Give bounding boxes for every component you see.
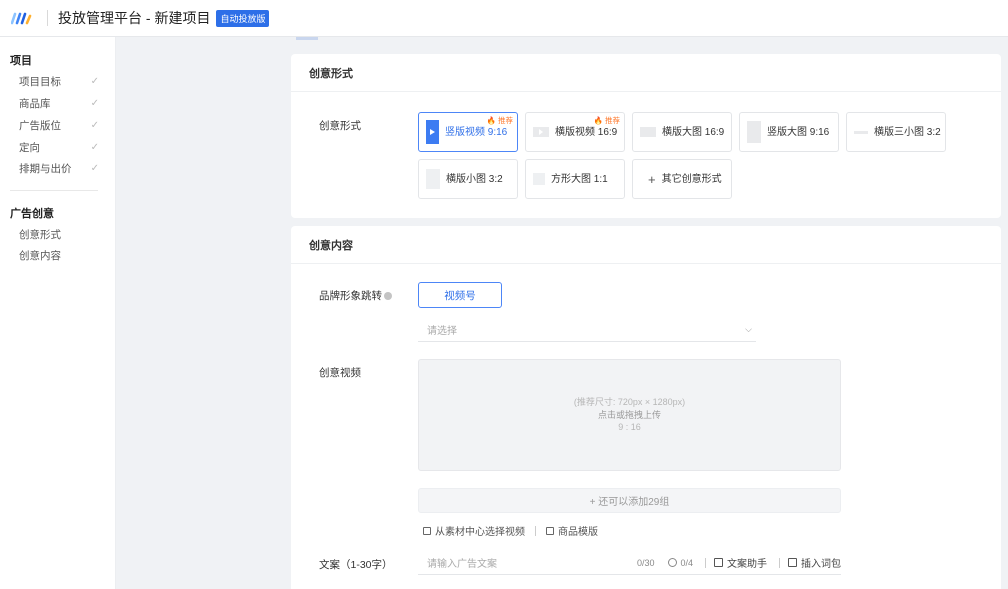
three-images-icon [854, 130, 868, 134]
video-upload-area[interactable]: (推荐尺寸: 720px × 1280px) 点击或拖拽上传 9 : 16 [418, 359, 841, 471]
hot-badge: 🔥 推荐 [486, 116, 513, 125]
format-label: 横版视频 16:9 [555, 126, 618, 138]
sidebar-item-label: 排期与出价 [19, 162, 72, 175]
sidebar-divider [10, 190, 98, 191]
check-icon: ✓ [90, 141, 99, 153]
sidebar-item-schedule-bid[interactable]: 排期与出价 ✓ [19, 159, 99, 177]
format-option-three-images[interactable]: 横版三小图 3:2 [846, 112, 946, 152]
format-label: 其它创意形式 [661, 173, 722, 185]
scroll-tab-indicator [296, 37, 318, 40]
format-label: 横版三小图 3:2 [874, 126, 941, 138]
format-label: 方形大图 1:1 [551, 173, 608, 185]
chevron-down-icon: ⌵ [745, 324, 752, 334]
sidebar-group-ad-creative: 广告创意 [10, 208, 54, 220]
help-icon[interactable] [384, 292, 392, 301]
format-label: 竖版大图 9:16 [767, 126, 830, 138]
sidebar-item-ad-placement[interactable]: 广告版位 ✓ [19, 116, 99, 134]
format-option-horizontal-video[interactable]: 🔥 推荐 横版视频 16:9 [525, 112, 625, 152]
version-badge: 自动投放版 [216, 9, 270, 27]
check-icon: ✓ [90, 75, 99, 87]
tool-divider [705, 557, 706, 568]
copy-meta: 0/30 0/4 [637, 558, 693, 568]
channel-select[interactable]: 请选择 ⌵ [418, 318, 756, 342]
top-bar: 投放管理平台 - 新建项目 自动投放版 [0, 0, 1008, 37]
section-title: 创意内容 [291, 226, 1001, 264]
brand-jump-label-text: 品牌形象跳转 [319, 290, 382, 302]
image-library-icon [423, 526, 431, 535]
format-label: 横版大图 16:9 [662, 126, 725, 138]
header-divider [47, 10, 48, 26]
sidebar-item-label: 定向 [19, 141, 40, 154]
sidebar-group-project: 项目 [10, 55, 32, 67]
insert-word-pack-button[interactable]: 插入词包 [771, 555, 841, 570]
sidebar-item-label: 广告版位 [19, 119, 61, 132]
plus-icon: + [648, 171, 656, 187]
sidebar-item-product-library[interactable]: 商品库 ✓ [19, 94, 99, 112]
select-placeholder: 请选择 [427, 326, 457, 337]
small-image-icon [426, 169, 440, 189]
check-icon: ✓ [90, 119, 99, 131]
format-option-horizontal-image[interactable]: 横版大图 16:9 [632, 112, 732, 152]
material-links: 从素材中心选择视频 商品模版 [423, 523, 598, 538]
format-option-square-image[interactable]: 方形大图 1:1 [525, 159, 625, 199]
app-logo-icon [11, 12, 32, 25]
creative-video-label: 创意视频 [319, 367, 361, 379]
vertical-video-icon [426, 120, 439, 144]
template-icon [546, 526, 554, 535]
link-divider [535, 525, 536, 536]
section-title: 创意形式 [291, 54, 1001, 92]
main-content: 创意形式 创意形式 🔥 推荐 竖版视频 9:16 🔥 推荐 横版视频 16:9 … [116, 37, 1008, 589]
field-label: 创意形式 [319, 120, 361, 132]
sidebar-item-creative-format[interactable]: 创意形式 [19, 225, 99, 243]
text-assistant-icon [714, 558, 723, 567]
sidebar-item-targeting[interactable]: 定向 ✓ [19, 138, 99, 156]
char-count: 0/30 [636, 557, 655, 568]
upload-ratio: 9 : 16 [618, 422, 641, 433]
tool-label: 插入词包 [801, 559, 841, 570]
copy-assistant-button[interactable]: 文案助手 [697, 555, 767, 570]
sidebar-item-creative-content[interactable]: 创意内容 [19, 246, 99, 264]
upload-size-hint: (推荐尺寸: 720px × 1280px) [573, 397, 686, 408]
copy-label: 文案（1-30字） [319, 559, 393, 571]
link-label: 从素材中心选择视频 [435, 527, 525, 538]
check-icon: ✓ [90, 97, 99, 109]
hot-badge: 🔥 推荐 [593, 116, 620, 125]
product-template-link[interactable]: 商品模版 [546, 523, 598, 538]
select-from-material-center-link[interactable]: 从素材中心选择视频 [423, 523, 525, 538]
format-option-vertical-video[interactable]: 🔥 推荐 竖版视频 9:16 [418, 112, 518, 152]
horizontal-image-icon [640, 127, 656, 137]
ad-copy-input[interactable]: 请输入广告文案 0/30 0/4 文案助手 插入词包 [418, 551, 841, 575]
format-option-small-image[interactable]: 横版小图 3:2 [418, 159, 518, 199]
sidebar-item-label: 商品库 [19, 97, 51, 110]
other-formats-button[interactable]: + 其它创意形式 [632, 159, 732, 199]
vertical-image-icon [747, 121, 761, 143]
brand-jump-label: 品牌形象跳转 [319, 288, 392, 303]
channels-button[interactable]: 视频号 [418, 282, 502, 308]
link-label: 商品模版 [558, 527, 598, 538]
format-option-vertical-image[interactable]: 竖版大图 9:16 [739, 112, 839, 152]
tool-divider [779, 557, 780, 568]
check-icon: ✓ [90, 162, 99, 174]
sidebar-item-label: 项目目标 [19, 75, 61, 88]
emoji-icon[interactable] [668, 558, 678, 567]
sidebar-item-label: 创意形式 [19, 228, 61, 241]
creative-format-card: 创意形式 创意形式 🔥 推荐 竖版视频 9:16 🔥 推荐 横版视频 16:9 … [291, 54, 1001, 218]
square-image-icon [533, 173, 545, 185]
page-title: 投放管理平台 - 新建项目 [58, 10, 211, 26]
format-label: 横版小图 3:2 [446, 173, 503, 185]
copy-placeholder[interactable]: 请输入广告文案 [427, 555, 637, 570]
emoji-count: 0/4 [680, 557, 693, 568]
word-pack-icon [788, 558, 797, 567]
tool-label: 文案助手 [727, 559, 767, 570]
add-more-groups-button[interactable]: + 还可以添加29组 [418, 488, 841, 513]
sidebar: 项目 项目目标 ✓ 商品库 ✓ 广告版位 ✓ 定向 ✓ 排期与出价 ✓ 广告创意… [0, 37, 116, 589]
sidebar-item-goal[interactable]: 项目目标 ✓ [19, 72, 99, 90]
upload-action-text: 点击或拖拽上传 [597, 409, 661, 420]
horizontal-video-icon [533, 127, 549, 137]
format-label: 竖版视频 9:16 [445, 126, 508, 138]
sidebar-item-label: 创意内容 [19, 249, 61, 262]
